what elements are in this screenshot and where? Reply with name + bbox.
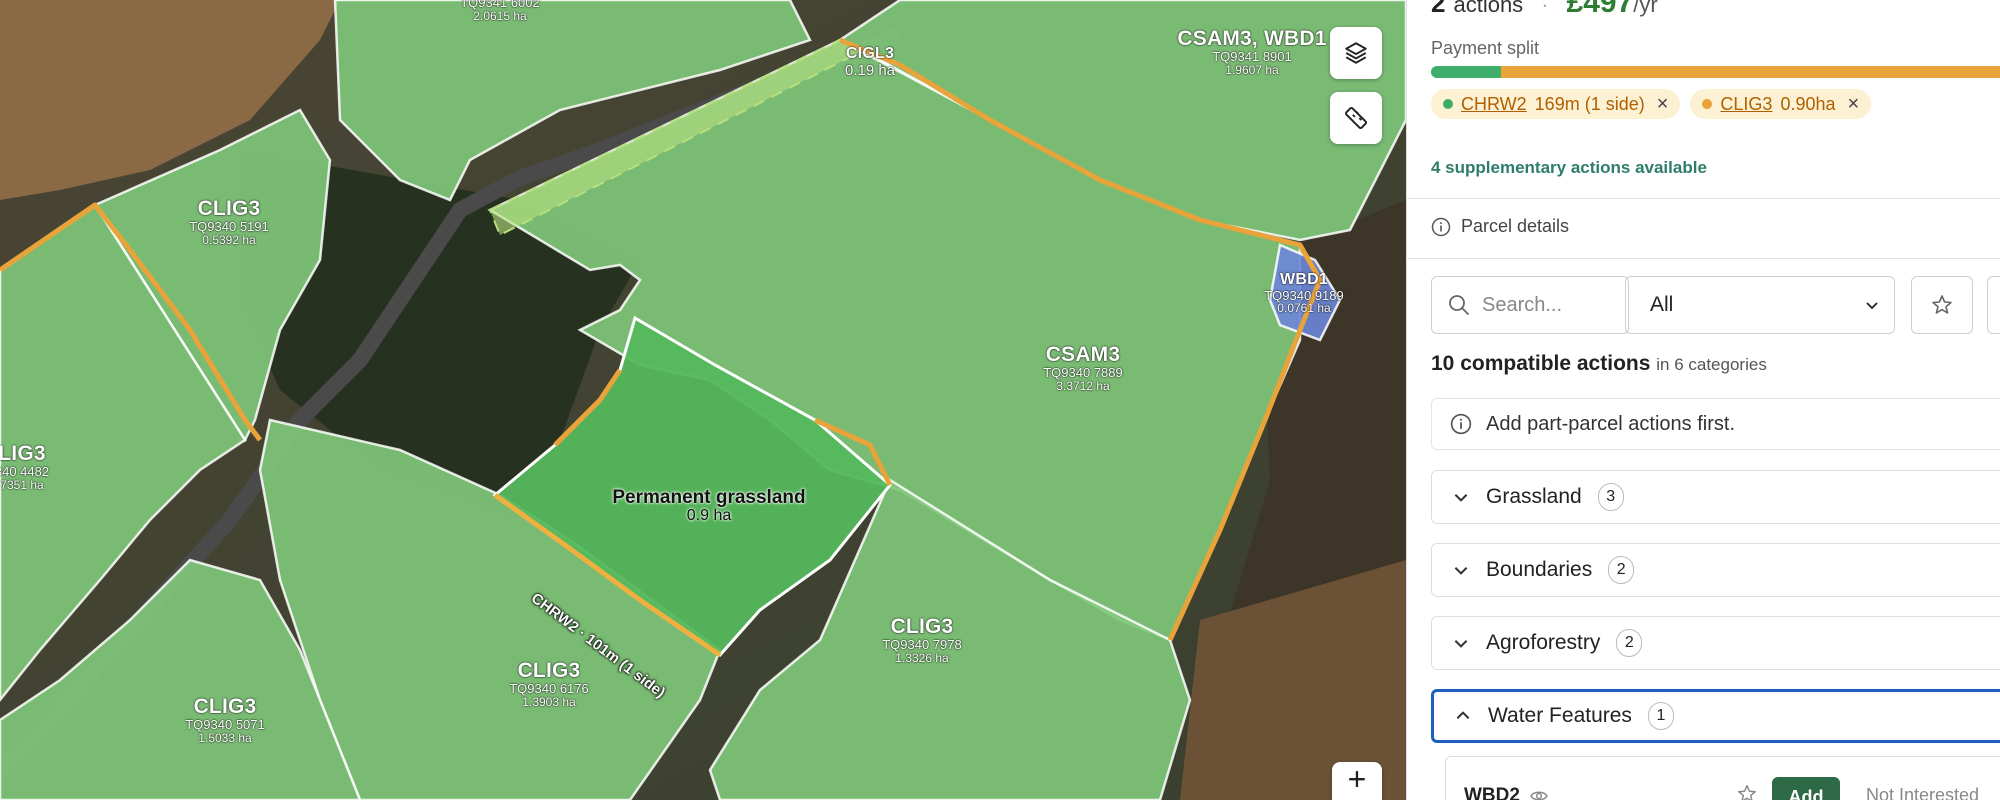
action-code-label: WBD2 [1464,785,1520,800]
remove-chip-button[interactable]: × [1657,93,1669,116]
divider [1407,258,2000,259]
action-panel: 2 actions · £497/yr Payment split CHRW2 169… [1406,0,2000,800]
star-icon [1932,295,1952,314]
category-label: Grassland [1486,485,1582,508]
parcel-details-label: Parcel details [1461,216,1570,236]
category-count: 3 [1597,483,1624,511]
search-input[interactable] [1480,292,1604,318]
chip-value: 0.90ha [1780,93,1836,114]
layers-icon [1345,42,1367,64]
plus-icon: + [1347,760,1367,797]
category-count: 2 [1616,629,1643,657]
info-icon [1431,217,1451,236]
remove-chip-button[interactable]: × [1848,93,1860,116]
action-chip-clig3: CLIG3 0.90ha × [1690,89,1872,119]
chip-color-dot [1443,99,1453,109]
supplementary-actions-link[interactable]: 4 supplementary actions available [1431,158,1707,178]
payment-split-segment-clig3 [1500,66,2000,78]
measure-button[interactable] [1330,92,1382,144]
category-label: Agroforestry [1486,631,1601,654]
selected-actions: CHRW2 169m (1 side) × CLIG3 0.90ha × [1431,89,1872,119]
category-count: 1 [1647,702,1674,730]
action-code: WBD2 [1464,785,1548,800]
action-count-label: actions [1453,0,1524,17]
category-boundaries[interactable]: Boundaries 2 [1431,543,2000,597]
not-interested-button[interactable]: Not Interested [1866,785,1979,800]
map-view[interactable]: TQ9341 6002 2.0615 ha CIGL3 0.19 ha CSAM… [0,0,1406,800]
extra-filter-button[interactable] [1987,276,2000,334]
chevron-down-icon [1454,567,1468,575]
category-label: Water Features [1488,704,1632,727]
filter-selected-value: All [1650,293,1674,316]
add-action-button[interactable]: Add [1772,777,1840,800]
category-label: Boundaries [1486,558,1593,581]
info-notice: Add part-parcel actions first. [1431,398,2000,450]
search-field[interactable] [1431,276,1629,334]
ruler-icon [1344,106,1368,130]
compatible-count: 10 compatible actions [1431,352,1651,375]
chevron-down-icon [1454,640,1468,648]
payment-split-label: Payment split [1431,38,1540,58]
map-canvas[interactable] [0,0,1406,800]
action-card-wbd2: WBD2 Add Not Interested [1445,756,2000,800]
divider [1407,198,2000,199]
action-count: 2 [1431,0,1446,18]
category-grassland[interactable]: Grassland 3 [1431,470,2000,524]
layers-button[interactable] [1330,27,1382,79]
summary: 2 actions · £497/yr [1431,0,1658,20]
chevron-up-icon [1456,711,1470,719]
compatible-actions-heading: 10 compatible actions in 6 categories [1431,352,1767,376]
search-icon [1449,295,1469,315]
zoom-in-button[interactable]: + [1332,760,1382,800]
payment-split-bar [1431,66,2000,78]
info-icon [1450,413,1472,435]
category-filter-select[interactable]: All [1625,276,1895,334]
star-icon [1738,785,1756,800]
chip-code-link[interactable]: CLIG3 [1720,94,1772,115]
chevron-down-icon [1454,494,1468,502]
payment-split-segment-chrw2 [1431,66,1501,78]
annual-unit: /yr [1633,0,1658,17]
eye-icon[interactable] [1530,789,1548,800]
compatible-categories: in 6 categories [1656,355,1767,374]
chip-value: 169m (1 side) [1534,93,1645,114]
category-agroforestry[interactable]: Agroforestry 2 [1431,616,2000,670]
chip-color-dot [1702,99,1713,109]
annual-total: £497 [1566,0,1634,19]
category-count: 2 [1608,556,1635,584]
favourite-button[interactable] [1736,783,1758,800]
notice-text: Add part-parcel actions first. [1486,412,1735,435]
chip-code-link[interactable]: CHRW2 [1461,94,1527,115]
chevron-down-icon [1866,302,1878,310]
action-chip-chrw2: CHRW2 169m (1 side) × [1431,89,1681,119]
parcel-details-toggle[interactable]: Parcel details [1431,216,1569,237]
category-water-features[interactable]: Water Features 1 [1431,689,2000,743]
favourites-filter-button[interactable] [1911,276,1973,334]
